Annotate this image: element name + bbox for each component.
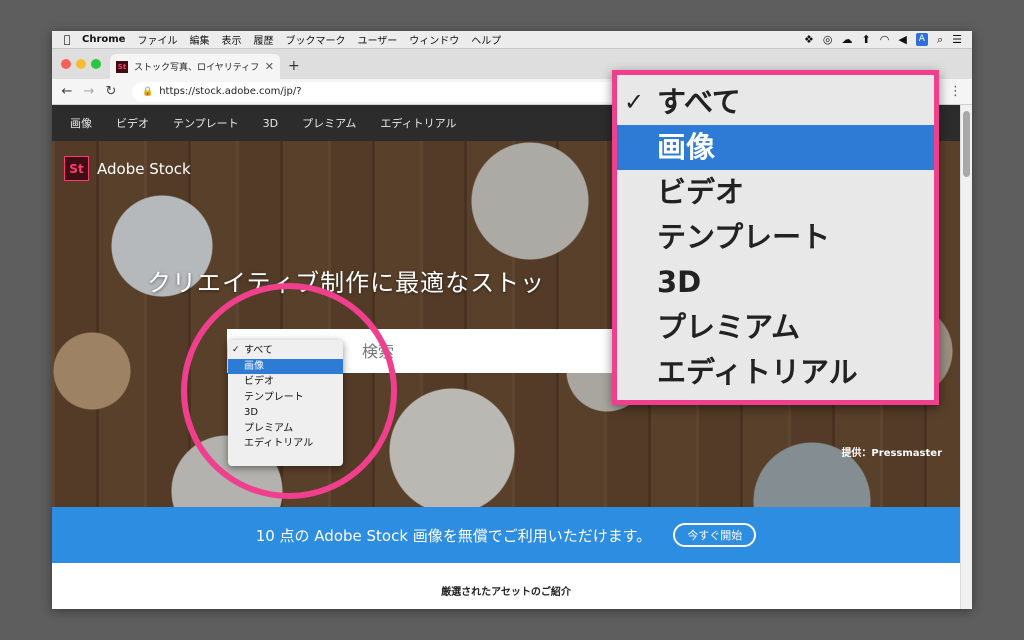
menu-view[interactable]: 表示 xyxy=(221,32,241,47)
check-icon: ✓ xyxy=(232,345,240,355)
dropdown-option-3d[interactable]: 3D xyxy=(228,405,343,421)
option-label: ビデオ xyxy=(657,175,745,209)
option-label: すべて xyxy=(657,85,741,119)
banner-text: 10 点の Adobe Stock 画像を無償でご利用いただけます。 xyxy=(255,526,652,545)
browser-menu-icon[interactable]: ⋮ xyxy=(949,84,962,99)
mac-menubar:  Chrome ファイル 編集 表示 履歴 ブックマーク ユーザー ウィンドウ… xyxy=(52,31,972,49)
option-label: エディトリアル xyxy=(244,438,314,449)
option-label: すべて xyxy=(244,345,273,356)
dropdown-option-premium[interactable]: プレミアム xyxy=(228,421,343,437)
scrollbar-thumb[interactable] xyxy=(963,111,970,177)
option-label: テンプレート xyxy=(244,391,304,403)
start-now-button[interactable]: 今すぐ開始 xyxy=(673,523,757,547)
menu-user[interactable]: ユーザー xyxy=(357,32,397,47)
menu-file[interactable]: ファイル xyxy=(137,32,177,47)
tab-title: ストック写真、ロイヤリティフリー xyxy=(134,63,259,73)
url-text: https://stock.adobe.com/jp/? xyxy=(159,86,302,97)
zoom-option-images[interactable]: 画像 xyxy=(617,125,934,170)
photo-credit: 提供：Pressmaster xyxy=(841,448,942,459)
zoomed-dropdown-callout: ✓ すべて 画像 ビデオ テンプレート 3D プレミアム エディトリアル xyxy=(612,70,939,405)
logo-text: Adobe Stock xyxy=(97,159,191,178)
minimize-window-button[interactable] xyxy=(76,59,86,69)
hero-headline: クリエイティブ制作に最適なストッ xyxy=(147,269,546,297)
option-label: 3D xyxy=(244,407,259,418)
zoom-option-all[interactable]: ✓ すべて xyxy=(617,80,934,125)
option-label: テンプレート xyxy=(657,220,831,254)
option-label: プレミアム xyxy=(244,422,294,434)
forward-icon[interactable]: → xyxy=(78,84,100,99)
zoom-option-video[interactable]: ビデオ xyxy=(617,170,934,215)
nav-premium[interactable]: プレミアム xyxy=(302,115,356,131)
spotlight-search-icon[interactable]: ⌕ xyxy=(937,31,943,49)
option-label: 画像 xyxy=(244,360,264,372)
dropdown-option-images[interactable]: 画像 xyxy=(228,358,343,374)
browser-tab-adobe-stock[interactable]: St ストック写真、ロイヤリティフリー ✕ xyxy=(110,54,280,79)
close-tab-icon[interactable]: ✕ xyxy=(265,60,274,73)
dropdown-option-templates[interactable]: テンプレート xyxy=(228,390,343,406)
address-bar[interactable]: 🔒 https://stock.adobe.com/jp/? xyxy=(132,81,652,102)
menu-help[interactable]: ヘルプ xyxy=(471,32,501,47)
zoom-option-templates[interactable]: テンプレート xyxy=(617,215,934,260)
menu-history[interactable]: 履歴 xyxy=(253,32,273,47)
menu-window[interactable]: ウィンドウ xyxy=(409,32,459,47)
nav-editorial[interactable]: エディトリアル xyxy=(380,115,456,131)
dropdown-option-all[interactable]: ✓ すべて xyxy=(228,343,343,359)
notification-list-icon[interactable]: ☰ xyxy=(952,31,962,49)
close-window-button[interactable] xyxy=(61,59,71,69)
dropdown-option-video[interactable]: ビデオ xyxy=(228,374,343,390)
sync-icon[interactable]: ◎ xyxy=(823,31,833,49)
nav-video[interactable]: ビデオ xyxy=(116,115,149,131)
option-label: プレミアム xyxy=(657,310,800,344)
volume-icon[interactable]: ◀ xyxy=(898,31,906,49)
new-tab-icon[interactable]: + xyxy=(288,58,300,74)
menu-bookmarks[interactable]: ブックマーク xyxy=(285,32,345,47)
upload-icon[interactable]: ⬆ xyxy=(861,31,870,49)
adobe-stock-logo-icon: St xyxy=(64,156,89,181)
lock-icon: 🔒 xyxy=(142,86,154,97)
zoom-option-3d[interactable]: 3D xyxy=(617,260,934,305)
search-input[interactable] xyxy=(362,341,562,361)
page-scrollbar[interactable] xyxy=(960,105,972,609)
nav-3d[interactable]: 3D xyxy=(263,117,278,130)
nav-templates[interactable]: テンプレート xyxy=(173,115,239,131)
check-icon: ✓ xyxy=(624,88,645,116)
dropbox-icon[interactable]: ❖ xyxy=(804,31,814,49)
menu-edit[interactable]: 編集 xyxy=(189,32,209,47)
wifi-icon[interactable]: ◠ xyxy=(880,31,890,49)
section-title: 厳選されたアセットのご紹介 xyxy=(441,587,571,598)
dropdown-option-editorial[interactable]: エディトリアル xyxy=(228,436,343,452)
back-icon[interactable]: ← xyxy=(56,84,78,99)
reload-icon[interactable]: ↻ xyxy=(100,84,122,99)
option-label: 画像 xyxy=(657,130,716,164)
adobe-stock-logo[interactable]: St Adobe Stock xyxy=(64,156,191,181)
apple-icon[interactable]:  xyxy=(52,33,82,46)
cloud-icon[interactable]: ☁ xyxy=(841,31,852,49)
menubar-status-area: ❖ ◎ ☁ ⬆ ◠ ◀ A ⌕ ☰ xyxy=(795,31,972,49)
search-category-dropdown[interactable]: ✓ すべて 画像 ビデオ テンプレート 3D プレミアム エディトリアル xyxy=(228,340,343,466)
free-trial-banner: 10 点の Adobe Stock 画像を無償でご利用いただけます。 今すぐ開始 xyxy=(52,507,960,563)
menu-app-chrome[interactable]: Chrome xyxy=(82,34,125,45)
option-label: 3D xyxy=(657,265,702,299)
adobe-stock-favicon-icon: St xyxy=(116,60,128,73)
option-label: ビデオ xyxy=(244,376,274,387)
zoom-window-button[interactable] xyxy=(91,59,101,69)
input-source-icon[interactable]: A xyxy=(915,33,928,46)
nav-images[interactable]: 画像 xyxy=(70,115,92,131)
option-label: エディトリアル xyxy=(657,355,858,389)
zoom-option-premium[interactable]: プレミアム xyxy=(617,305,934,350)
zoom-option-editorial[interactable]: エディトリアル xyxy=(617,350,934,395)
